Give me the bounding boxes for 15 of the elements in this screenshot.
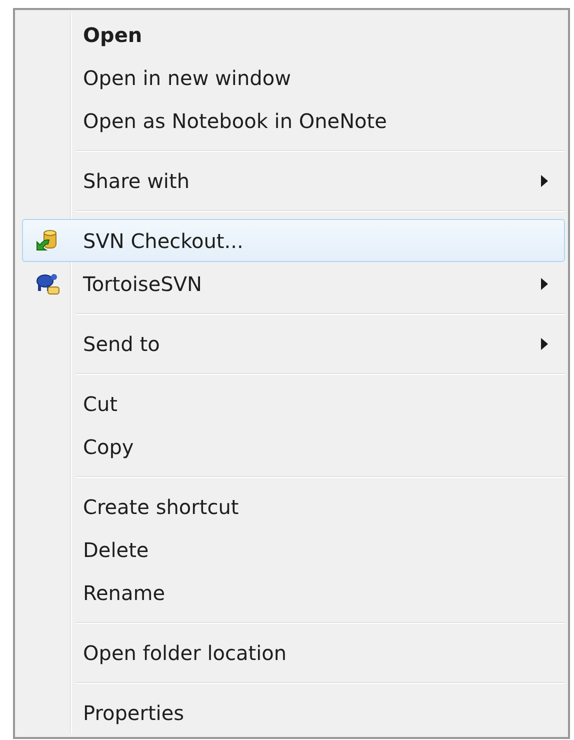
menu-item[interactable]: Open <box>22 13 565 56</box>
menu-item[interactable]: Cut <box>22 382 565 425</box>
menu-item[interactable]: Open in new window <box>22 56 565 99</box>
turtle-icon <box>34 272 60 296</box>
menu-item[interactable]: Properties <box>22 691 565 734</box>
menu-item[interactable]: Share with <box>22 159 565 202</box>
menu-item[interactable]: Open folder location <box>22 631 565 674</box>
menu-item[interactable]: Open as Notebook in OneNote <box>22 99 565 142</box>
menu-item[interactable]: SVN Checkout... <box>22 219 565 262</box>
menu-item[interactable]: Create shortcut <box>22 485 565 528</box>
menu-item[interactable]: Send to <box>22 322 565 365</box>
menu-item[interactable]: Delete <box>22 528 565 571</box>
menu-item[interactable]: TortoiseSVN <box>22 262 565 305</box>
menu-item[interactable]: Rename <box>22 571 565 614</box>
menu-item[interactable]: Copy <box>22 425 565 468</box>
